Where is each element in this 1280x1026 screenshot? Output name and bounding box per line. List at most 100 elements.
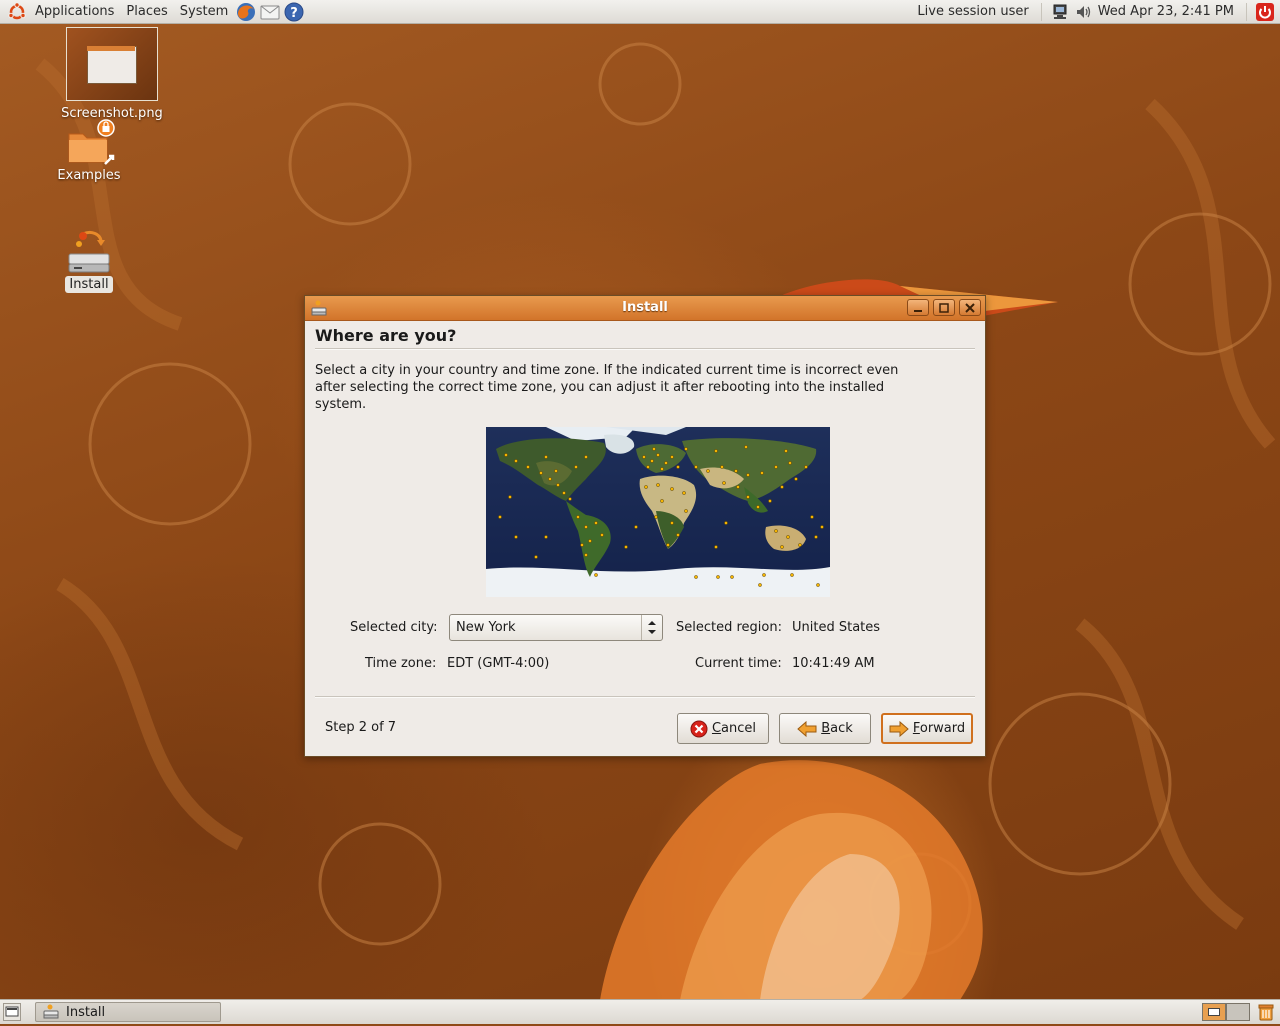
city-marker[interactable] — [562, 491, 566, 495]
city-marker[interactable] — [650, 459, 654, 463]
city-marker[interactable] — [634, 525, 638, 529]
city-marker[interactable] — [810, 515, 814, 519]
city-marker[interactable] — [594, 573, 598, 577]
city-marker[interactable] — [786, 535, 790, 539]
city-marker[interactable] — [544, 455, 548, 459]
city-marker[interactable] — [816, 583, 820, 587]
city-marker[interactable] — [539, 471, 543, 475]
show-desktop-button[interactable] — [3, 1003, 21, 1021]
city-marker[interactable] — [676, 533, 680, 537]
city-marker[interactable] — [714, 449, 718, 453]
city-marker[interactable] — [588, 539, 592, 543]
city-marker[interactable] — [656, 483, 660, 487]
city-marker[interactable] — [576, 515, 580, 519]
city-marker[interactable] — [706, 469, 710, 473]
city-marker[interactable] — [670, 487, 674, 491]
city-marker[interactable] — [660, 499, 664, 503]
back-button[interactable]: Back — [779, 713, 871, 744]
world-map-image[interactable] — [486, 427, 830, 597]
close-button[interactable] — [959, 299, 981, 316]
trash-icon[interactable] — [1256, 1002, 1276, 1022]
city-marker[interactable] — [514, 535, 518, 539]
city-marker[interactable] — [730, 575, 734, 579]
menu-places[interactable]: Places — [120, 0, 173, 24]
city-marker[interactable] — [794, 477, 798, 481]
firefox-launcher-icon[interactable] — [235, 1, 257, 23]
city-marker[interactable] — [744, 445, 748, 449]
minimize-button[interactable] — [907, 299, 929, 316]
city-marker[interactable] — [584, 525, 588, 529]
cancel-button[interactable]: Cancel — [677, 713, 769, 744]
city-marker[interactable] — [736, 485, 740, 489]
city-marker[interactable] — [664, 461, 668, 465]
city-marker[interactable] — [554, 469, 558, 473]
city-marker[interactable] — [820, 525, 824, 529]
city-marker[interactable] — [584, 455, 588, 459]
taskbar-item-install[interactable]: Install — [35, 1002, 221, 1022]
city-marker[interactable] — [646, 465, 650, 469]
city-marker[interactable] — [768, 499, 772, 503]
city-marker[interactable] — [694, 575, 698, 579]
city-marker[interactable] — [660, 467, 664, 471]
city-marker[interactable] — [508, 495, 512, 499]
city-marker[interactable] — [568, 497, 572, 501]
city-marker[interactable] — [654, 515, 658, 519]
city-marker[interactable] — [762, 573, 766, 577]
city-marker[interactable] — [642, 455, 646, 459]
network-icon[interactable] — [1049, 1, 1071, 23]
city-marker[interactable] — [594, 521, 598, 525]
city-marker[interactable] — [780, 545, 784, 549]
city-marker[interactable] — [504, 453, 508, 457]
desktop-icon-install[interactable]: Install — [48, 228, 130, 293]
city-marker[interactable] — [804, 465, 808, 469]
workspace-2[interactable] — [1226, 1003, 1250, 1021]
help-launcher-icon[interactable]: ? — [283, 1, 305, 23]
city-marker[interactable] — [644, 485, 648, 489]
city-marker[interactable] — [656, 453, 660, 457]
city-marker[interactable] — [580, 543, 584, 547]
city-marker[interactable] — [556, 483, 560, 487]
city-marker[interactable] — [724, 521, 728, 525]
ubuntu-logo-icon[interactable] — [6, 1, 28, 23]
window-titlebar[interactable]: Install — [305, 296, 985, 321]
city-marker[interactable] — [746, 495, 750, 499]
city-marker[interactable] — [774, 529, 778, 533]
city-marker[interactable] — [584, 553, 588, 557]
clock[interactable]: Wed Apr 23, 2:41 PM — [1096, 0, 1240, 24]
city-marker[interactable] — [814, 535, 818, 539]
city-select[interactable]: New York — [449, 614, 663, 641]
city-marker[interactable] — [714, 545, 718, 549]
volume-icon[interactable] — [1073, 1, 1095, 23]
timezone-world-map[interactable] — [486, 427, 830, 597]
mail-launcher-icon[interactable] — [259, 1, 281, 23]
city-marker[interactable] — [498, 515, 502, 519]
city-marker[interactable] — [574, 465, 578, 469]
desktop-icon-screenshot[interactable]: Screenshot.png — [56, 27, 168, 121]
session-user-label[interactable]: Live session user — [911, 0, 1034, 24]
city-marker[interactable] — [514, 459, 518, 463]
power-icon[interactable] — [1254, 1, 1276, 23]
desktop-icon-examples[interactable]: Examples — [48, 118, 130, 183]
city-marker[interactable] — [600, 533, 604, 537]
city-marker[interactable] — [758, 583, 762, 587]
city-marker[interactable] — [682, 491, 686, 495]
city-marker[interactable] — [788, 461, 792, 465]
city-marker[interactable] — [798, 543, 802, 547]
maximize-button[interactable] — [933, 299, 955, 316]
city-marker[interactable] — [746, 473, 750, 477]
city-marker[interactable] — [666, 543, 670, 547]
city-marker[interactable] — [722, 481, 726, 485]
city-marker[interactable] — [534, 555, 538, 559]
city-marker[interactable] — [544, 535, 548, 539]
city-marker[interactable] — [756, 505, 760, 509]
city-marker[interactable] — [624, 545, 628, 549]
city-marker[interactable] — [652, 447, 656, 451]
city-marker[interactable] — [780, 485, 784, 489]
city-marker[interactable] — [684, 447, 688, 451]
city-marker[interactable] — [784, 449, 788, 453]
city-marker[interactable] — [526, 465, 530, 469]
city-marker[interactable] — [670, 455, 674, 459]
forward-button[interactable]: Forward — [881, 713, 973, 744]
city-marker[interactable] — [676, 465, 680, 469]
menu-applications[interactable]: Applications — [29, 0, 120, 24]
